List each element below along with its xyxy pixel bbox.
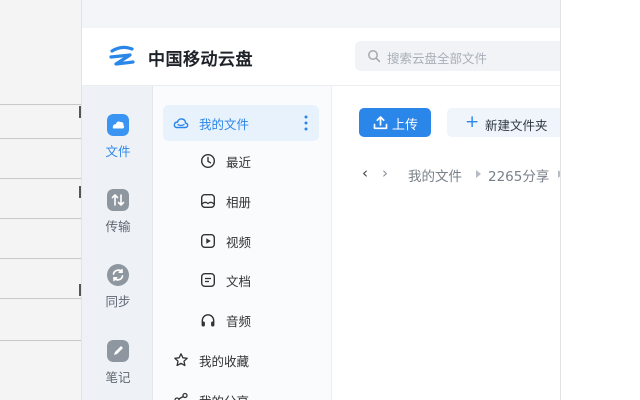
more-options-icon[interactable]	[303, 113, 309, 133]
nav-label: 我的分享	[199, 391, 249, 400]
nav-item-shares[interactable]: 我的分享	[163, 382, 319, 400]
breadcrumb-item[interactable]: 我的文件	[408, 165, 462, 185]
rail-item-files[interactable]: 文件	[82, 114, 152, 176]
nav-item-documents[interactable]: 文档	[163, 262, 319, 298]
nav-item-audio[interactable]: 音频	[163, 302, 319, 338]
cloud-outline-icon	[173, 118, 189, 129]
nav-item-my-files[interactable]: 我的文件	[163, 105, 319, 141]
rail-item-transfer[interactable]: 传输	[82, 189, 152, 251]
nav-label: 相册	[226, 195, 252, 210]
secondary-nav: 我的文件 最近 相册 视频 文档 音频 我的收藏	[153, 86, 332, 400]
nav-item-recent[interactable]: 最近	[163, 143, 319, 179]
desktop-background-right	[560, 0, 640, 400]
nav-label: 音频	[226, 314, 252, 329]
upload-button[interactable]: 上传	[359, 108, 431, 137]
back-arrow-icon[interactable]: ‹	[362, 164, 368, 182]
nav-item-favorites[interactable]: 我的收藏	[163, 342, 319, 378]
search-input[interactable]: 搜索云盘全部文件	[355, 41, 560, 71]
nav-label: 视频	[226, 235, 252, 250]
upload-label: 上传	[392, 118, 419, 133]
share-icon	[174, 392, 188, 400]
nav-item-album[interactable]: 相册	[163, 183, 319, 219]
nav-label: 最近	[226, 155, 252, 170]
rail-label: 传输	[105, 219, 131, 234]
breadcrumb-item[interactable]: 2265分享	[488, 165, 549, 185]
main-content: 上传 + 新建文件夹 ‹ › 我的文件 2265分享	[332, 86, 560, 400]
headphones-icon	[201, 314, 215, 327]
album-icon	[201, 194, 216, 209]
sync-icon	[107, 264, 129, 286]
nav-item-video[interactable]: 视频	[163, 223, 319, 259]
nav-label: 我的文件	[199, 117, 250, 132]
nav-label: 我的收藏	[199, 354, 250, 369]
breadcrumb-separator-icon	[558, 170, 560, 178]
clock-icon	[200, 153, 216, 169]
desktop-background-left	[0, 0, 82, 400]
note-icon	[107, 340, 129, 362]
transfer-icon	[107, 189, 129, 211]
search-placeholder: 搜索云盘全部文件	[387, 51, 488, 66]
primary-rail: 文件 传输 同步 笔记	[82, 86, 153, 400]
rail-item-notes[interactable]: 笔记	[82, 340, 152, 400]
new-folder-label: 新建文件夹	[485, 118, 548, 133]
search-icon	[368, 50, 381, 63]
star-icon	[174, 353, 188, 367]
new-folder-button[interactable]: + 新建文件夹	[447, 108, 560, 137]
breadcrumb-separator-icon	[476, 170, 481, 178]
app-logo	[109, 45, 135, 66]
window-titlebar[interactable]	[82, 0, 560, 29]
breadcrumb: ‹ › 我的文件 2265分享	[362, 164, 560, 185]
app-title: 中国移动云盘	[148, 50, 253, 70]
document-icon	[201, 273, 216, 288]
nav-label: 文档	[226, 274, 252, 289]
upload-icon	[373, 116, 388, 130]
rail-label: 笔记	[105, 370, 131, 385]
plus-icon: +	[465, 112, 480, 132]
rail-label: 文件	[105, 144, 131, 159]
app-window: 中国移动云盘 搜索云盘全部文件 文件 传输 同步 笔记 我的文件 最近 相册 视…	[82, 0, 560, 400]
cloud-icon	[107, 114, 129, 136]
forward-arrow-icon[interactable]: ›	[382, 164, 388, 182]
video-icon	[201, 234, 216, 249]
rail-item-sync[interactable]: 同步	[82, 264, 152, 326]
app-header: 中国移动云盘 搜索云盘全部文件	[82, 28, 560, 86]
rail-label: 同步	[105, 294, 131, 309]
